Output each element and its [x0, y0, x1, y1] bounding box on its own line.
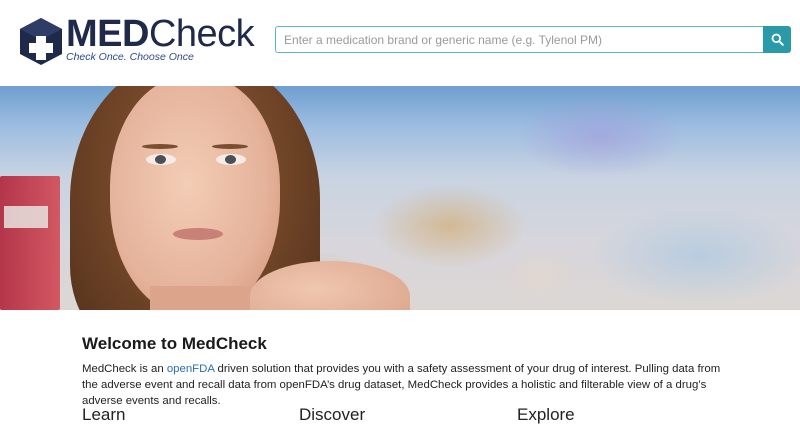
search-bar [275, 26, 791, 53]
logo-med-text: MED [66, 13, 149, 55]
logo-check-text: Check [148, 13, 255, 55]
discover-heading: Discover [299, 405, 366, 424]
hero-brow-left [142, 144, 178, 149]
hero-face [110, 86, 280, 310]
medical-cross-cube-icon [20, 18, 62, 65]
hero-red-box [0, 176, 60, 310]
hero-image-pharmacy-woman [0, 86, 800, 310]
welcome-title: Welcome to MedCheck [82, 334, 267, 353]
search-icon [771, 33, 784, 46]
hero-neck [150, 286, 260, 310]
hero-brow-right [212, 144, 248, 149]
logo-wordmark: MEDCheck [66, 13, 255, 55]
intro-text-start: MedCheck is an [82, 363, 167, 375]
explore-heading: Explore [517, 405, 575, 424]
welcome-section: Welcome to MedCheck MedCheck is an openF… [82, 334, 722, 409]
search-button[interactable] [763, 26, 791, 53]
hero-eye-right [216, 154, 246, 165]
openfda-link[interactable]: openFDA [167, 363, 215, 375]
learn-heading: Learn [82, 405, 126, 424]
medcheck-logo[interactable]: MEDCheck Check Once. Choose Once [18, 14, 255, 68]
feature-columns: Learn Discover Explore [82, 404, 722, 428]
site-header: MEDCheck Check Once. Choose Once [0, 0, 800, 86]
intro-paragraph: MedCheck is an openFDA driven solution t… [82, 361, 722, 409]
hero-eye-left [146, 154, 176, 165]
logo-tagline: Check Once. Choose Once [66, 51, 194, 63]
medication-search-input[interactable] [275, 26, 763, 53]
hero-lips [173, 228, 223, 240]
hero-label [4, 206, 48, 228]
